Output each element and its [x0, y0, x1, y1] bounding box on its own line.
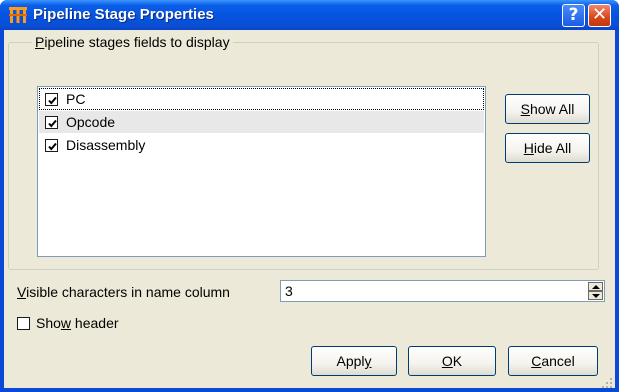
- name-column-value[interactable]: 3: [285, 282, 293, 300]
- spinner-buttons: [588, 282, 603, 300]
- checkmark-icon: [48, 96, 57, 105]
- name-column-spinner[interactable]: 3: [280, 280, 605, 302]
- show-header-label[interactable]: Show header: [36, 314, 119, 332]
- title-bar[interactable]: Pipeline Stage Properties ? ✕: [0, 0, 619, 30]
- checkbox-disassembly[interactable]: [45, 139, 58, 152]
- cancel-button[interactable]: Cancel: [508, 346, 598, 376]
- close-button[interactable]: ✕: [588, 4, 611, 27]
- checkmark-icon: [48, 119, 57, 128]
- list-item-disassembly[interactable]: Disassembly: [39, 134, 484, 156]
- checkbox-opcode[interactable]: [45, 116, 58, 129]
- list-item-label: Opcode: [66, 114, 116, 130]
- list-item-label: PC: [66, 91, 86, 107]
- list-item-label: Disassembly: [66, 137, 146, 153]
- fields-listbox[interactable]: PC Opcode Disassembly: [37, 86, 486, 257]
- window-title: Pipeline Stage Properties: [33, 6, 214, 23]
- fields-group-legend: Pipeline stages fields to display: [32, 33, 233, 51]
- show-all-button[interactable]: Show All: [505, 94, 590, 124]
- checkbox-pc[interactable]: [45, 93, 58, 106]
- show-header-checkbox[interactable]: [17, 317, 30, 330]
- name-column-label: Visible characters in name column: [17, 284, 230, 300]
- checkmark-icon: [48, 142, 57, 151]
- pipeline-app-icon: [9, 7, 27, 23]
- list-item-opcode[interactable]: Opcode: [39, 111, 484, 133]
- list-item-pc[interactable]: PC: [39, 88, 484, 110]
- resize-grip-icon[interactable]: [600, 376, 613, 389]
- spin-down-icon[interactable]: [588, 291, 603, 300]
- hide-all-button[interactable]: Hide All: [505, 133, 590, 163]
- spin-up-icon[interactable]: [588, 282, 603, 291]
- apply-button[interactable]: Apply: [311, 346, 397, 376]
- help-button[interactable]: ?: [562, 4, 585, 27]
- ok-button[interactable]: OK: [408, 346, 496, 376]
